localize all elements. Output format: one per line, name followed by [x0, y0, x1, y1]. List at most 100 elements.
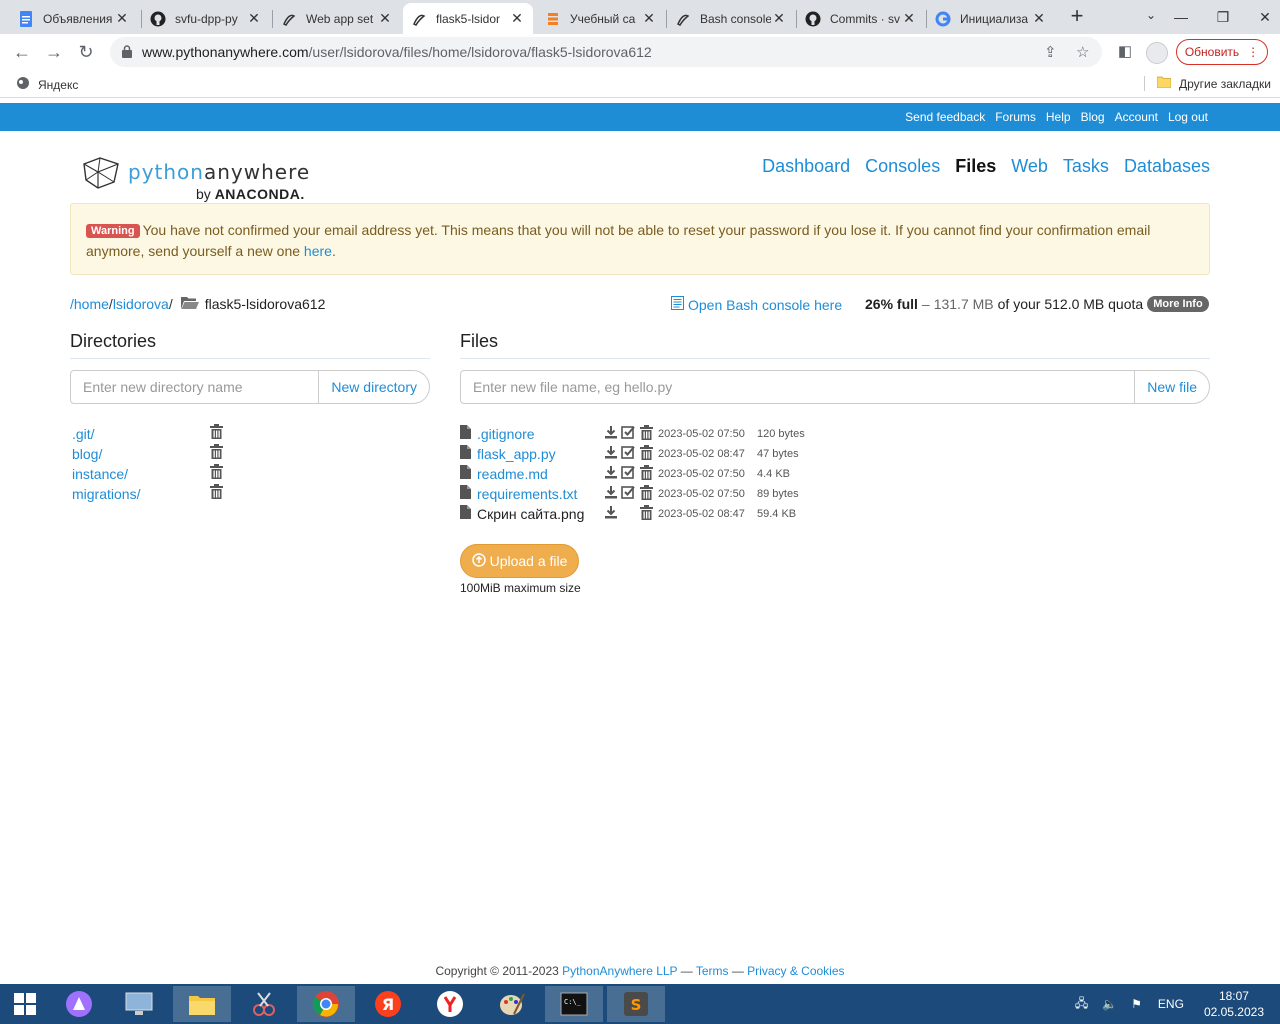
lock-icon[interactable]: [122, 45, 132, 61]
more-info-button[interactable]: More Info: [1147, 296, 1209, 312]
privacy-link[interactable]: Privacy & Cookies: [747, 964, 844, 978]
snipping-tool-icon[interactable]: [235, 986, 293, 1022]
breadcrumb-home[interactable]: /home: [70, 296, 109, 312]
trash-icon[interactable]: [640, 465, 653, 483]
help-link[interactable]: Help: [1046, 110, 1071, 124]
bookmark-other[interactable]: Другие закладки: [1144, 76, 1271, 91]
window-close-icon[interactable]: ✕: [1250, 9, 1280, 26]
restore-icon[interactable]: ❐: [1208, 9, 1238, 26]
log-out-link[interactable]: Log out: [1168, 110, 1208, 124]
monitor-icon[interactable]: [110, 986, 168, 1022]
star-icon[interactable]: ☆: [1076, 43, 1089, 61]
directory-link[interactable]: instance/: [72, 466, 128, 482]
edit-icon[interactable]: [621, 465, 635, 482]
open-bash-console-link[interactable]: Open Bash console here: [671, 296, 842, 313]
company-link[interactable]: PythonAnywhere LLP: [562, 964, 677, 978]
yandex-icon[interactable]: Я: [359, 986, 417, 1022]
nav-databases[interactable]: Databases: [1124, 156, 1210, 177]
cmd-icon[interactable]: C:\_: [545, 986, 603, 1022]
minimize-icon[interactable]: —: [1166, 9, 1196, 25]
profile-avatar[interactable]: [1146, 42, 1168, 64]
close-icon[interactable]: ✕: [641, 10, 657, 27]
browser-tab-0[interactable]: Объявления ✕: [10, 3, 138, 34]
close-icon[interactable]: ✕: [246, 10, 262, 27]
trash-icon[interactable]: [640, 485, 653, 503]
blog-link[interactable]: Blog: [1081, 110, 1105, 124]
terms-link[interactable]: Terms: [696, 964, 729, 978]
file-explorer-icon[interactable]: [173, 986, 231, 1022]
close-icon[interactable]: ✕: [771, 10, 787, 27]
directory-link[interactable]: .git/: [72, 426, 95, 442]
download-icon[interactable]: [604, 465, 618, 482]
pythonanywhere-logo[interactable]: pythonanywhere by ANACONDA.: [80, 154, 320, 204]
language-indicator[interactable]: ENG: [1158, 997, 1184, 1011]
update-button[interactable]: Обновить ⋮: [1176, 39, 1268, 65]
new-file-input[interactable]: Enter new file name, eg hello.py: [460, 370, 1136, 404]
file-link[interactable]: requirements.txt: [477, 486, 577, 502]
sidepanel-icon[interactable]: ◧: [1114, 41, 1136, 63]
share-icon[interactable]: ⇪: [1044, 43, 1057, 61]
forward-icon[interactable]: →: [43, 41, 65, 63]
yandex-browser-icon[interactable]: [421, 986, 479, 1022]
nav-files[interactable]: Files: [955, 156, 996, 177]
bookmark-yandex[interactable]: Яндекс: [16, 76, 78, 93]
trash-icon[interactable]: [210, 444, 223, 462]
download-icon[interactable]: [604, 445, 618, 462]
file-link[interactable]: readme.md: [477, 466, 548, 482]
volume-icon[interactable]: 🔈: [1102, 997, 1117, 1011]
breadcrumb-user[interactable]: lsidorova: [113, 296, 169, 312]
trash-icon[interactable]: [640, 425, 653, 443]
nav-dashboard[interactable]: Dashboard: [762, 156, 850, 177]
file-link[interactable]: .gitignore: [477, 426, 535, 442]
account-link[interactable]: Account: [1115, 110, 1158, 124]
send-feedback-link[interactable]: Send feedback: [905, 110, 985, 124]
file-link[interactable]: Скрин сайта.png: [477, 506, 584, 522]
reload-icon[interactable]: ↻: [75, 41, 97, 63]
windows-start-icon[interactable]: [0, 986, 50, 1022]
network-icon[interactable]: 🖧: [1075, 994, 1088, 1015]
browser-tab-4[interactable]: Учебный са ✕: [537, 3, 665, 34]
trash-icon[interactable]: [210, 424, 223, 442]
browser-tab-5[interactable]: Bash console ✕: [667, 3, 795, 34]
back-icon[interactable]: ←: [11, 41, 33, 63]
edit-icon[interactable]: [621, 485, 635, 502]
alice-icon[interactable]: [50, 986, 108, 1022]
new-tab-button[interactable]: +: [1066, 5, 1088, 28]
file-link[interactable]: flask_app.py: [477, 446, 556, 462]
close-icon[interactable]: ✕: [1031, 10, 1047, 27]
edit-icon[interactable]: [621, 445, 635, 462]
upload-file-button[interactable]: Upload a file: [460, 544, 579, 578]
nav-web[interactable]: Web: [1011, 156, 1048, 177]
download-icon[interactable]: [604, 505, 618, 522]
clock[interactable]: 18:07 02.05.2023: [1204, 988, 1264, 1020]
download-icon[interactable]: [604, 425, 618, 442]
close-icon[interactable]: ✕: [114, 10, 130, 27]
browser-tab-6[interactable]: Commits · sv ✕: [797, 3, 925, 34]
nav-tasks[interactable]: Tasks: [1063, 156, 1109, 177]
download-icon[interactable]: [604, 485, 618, 502]
flag-icon[interactable]: ⚑: [1131, 997, 1142, 1011]
sublime-text-icon[interactable]: S: [607, 986, 665, 1022]
close-icon[interactable]: ✕: [377, 10, 393, 27]
new-directory-input[interactable]: Enter new directory name: [70, 370, 320, 404]
resend-confirmation-link[interactable]: here: [304, 243, 332, 259]
close-icon[interactable]: ✕: [509, 10, 525, 27]
trash-icon[interactable]: [640, 445, 653, 463]
new-file-button[interactable]: New file: [1135, 370, 1210, 404]
address-bar[interactable]: www.pythonanywhere.com/user/lsidorova/fi…: [110, 37, 1102, 67]
nav-consoles[interactable]: Consoles: [865, 156, 940, 177]
directory-link[interactable]: blog/: [72, 446, 102, 462]
new-directory-button[interactable]: New directory: [319, 370, 430, 404]
browser-tab-3[interactable]: flask5-lsidor ✕: [403, 3, 533, 34]
paint-icon[interactable]: [483, 986, 541, 1022]
forums-link[interactable]: Forums: [995, 110, 1036, 124]
directory-link[interactable]: migrations/: [72, 486, 140, 502]
browser-tab-7[interactable]: Инициализа ✕: [927, 3, 1055, 34]
chrome-icon[interactable]: [297, 986, 355, 1022]
edit-icon[interactable]: [621, 425, 635, 442]
trash-icon[interactable]: [210, 464, 223, 482]
browser-tab-1[interactable]: svfu-dpp-py ✕: [142, 3, 270, 34]
browser-tab-2[interactable]: Web app set ✕: [273, 3, 401, 34]
close-icon[interactable]: ✕: [901, 10, 917, 27]
trash-icon[interactable]: [210, 484, 223, 502]
